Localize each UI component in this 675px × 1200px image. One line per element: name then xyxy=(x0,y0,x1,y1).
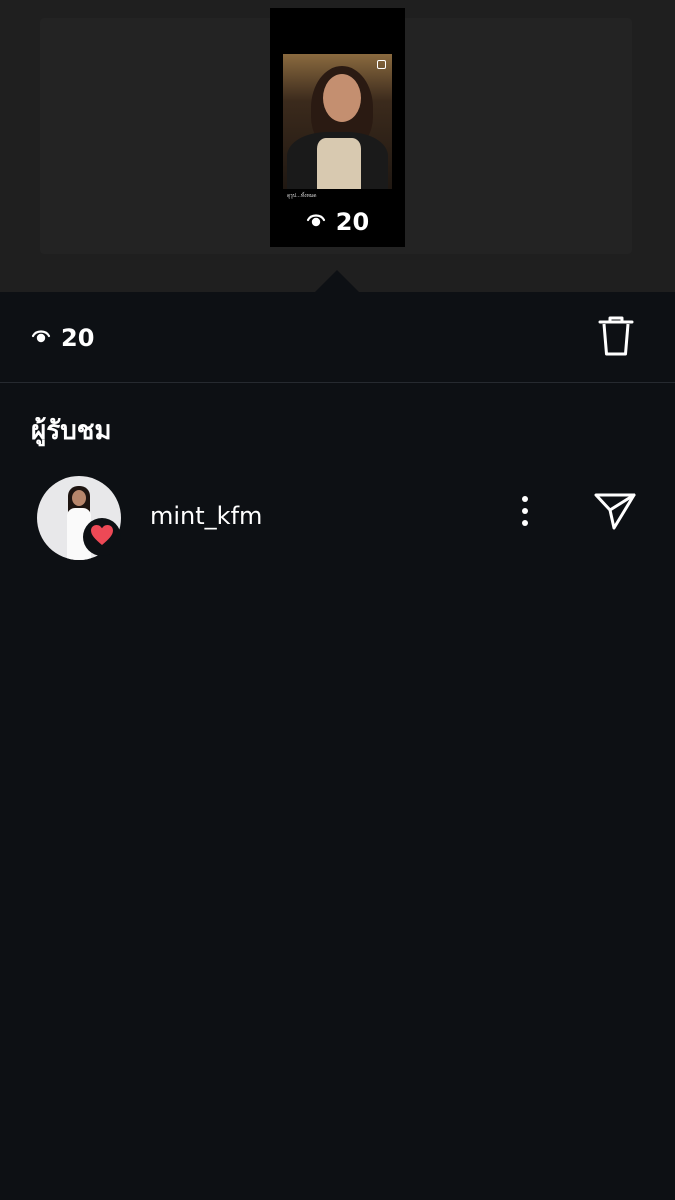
viewer-username[interactable]: mint_kfm xyxy=(150,502,262,530)
viewers-title: ผู้รับชม xyxy=(31,416,112,446)
story-viewers-screen: ดูรูป...ทั้งหมด 20 20 ผู้รับชม mint_kfm xyxy=(0,0,675,1200)
send-message-button[interactable] xyxy=(591,490,639,536)
story-preview-area: ดูรูป...ทั้งหมด 20 xyxy=(0,0,675,292)
sheet-header: 20 xyxy=(0,292,675,383)
send-icon xyxy=(593,491,637,535)
delete-story-button[interactable] xyxy=(594,314,638,362)
story-thumbnail xyxy=(283,54,392,189)
story-caption: ดูรูป...ทั้งหมด xyxy=(287,193,317,199)
story-view-count: 20 xyxy=(270,208,405,236)
sheet-pointer xyxy=(315,270,359,292)
trash-icon xyxy=(596,314,636,362)
story-views-number: 20 xyxy=(335,208,370,236)
story-preview-card[interactable]: ดูรูป...ทั้งหมด 20 xyxy=(270,8,405,247)
viewer-row[interactable]: mint_kfm xyxy=(0,474,675,564)
reaction-badge xyxy=(83,518,121,556)
view-count-number: 20 xyxy=(61,324,95,352)
heart-icon xyxy=(90,524,114,550)
view-count: 20 xyxy=(31,324,94,352)
multi-photo-icon xyxy=(377,60,386,69)
viewers-sheet: 20 ผู้รับชม mint_kfm xyxy=(0,292,675,1200)
more-vertical-icon xyxy=(521,495,529,531)
eye-icon xyxy=(306,212,326,232)
more-options-button[interactable] xyxy=(508,492,542,534)
eye-icon xyxy=(31,328,51,348)
